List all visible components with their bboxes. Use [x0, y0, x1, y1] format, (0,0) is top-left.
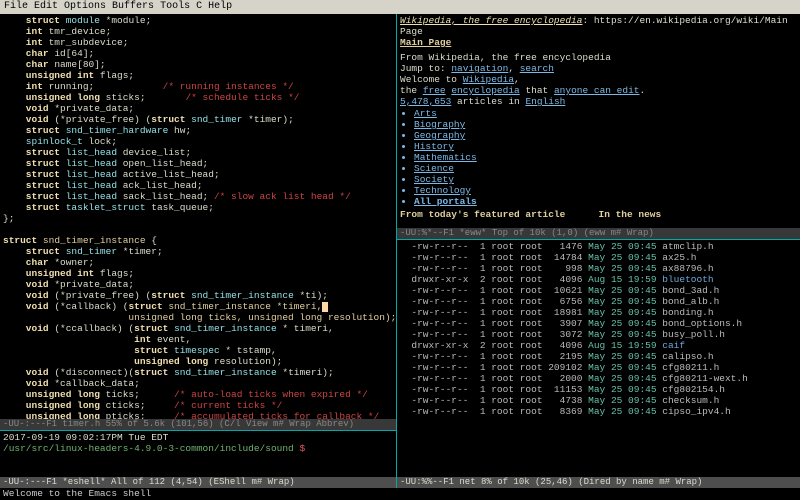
eshell-date: 2017-09-19 09:02:17PM Tue EDT — [3, 432, 393, 443]
link-encyclopedia[interactable]: encyclopedia — [451, 85, 519, 96]
link-article-count[interactable]: 5,478,653 — [400, 96, 451, 107]
eww-welcome: Welcome to Wikipedia, — [400, 74, 797, 85]
menu-c[interactable]: C — [196, 1, 202, 12]
menu-bar[interactable]: File Edit Options Buffers Tools C Help — [0, 0, 800, 14]
modeline-eww: -UU:%*--F1 *eww* Top of 10k (1,0) (eww m… — [397, 228, 800, 239]
portal-link-arts[interactable]: Arts — [414, 108, 797, 119]
eshell-prompt-dir: /usr/src/linux-headers-4.9.0-3-common/in… — [3, 443, 294, 454]
portal-link-mathematics[interactable]: Mathematics — [414, 152, 797, 163]
dired-row[interactable]: -rw-r--r-- 1 root root 2000 May 25 09:45… — [400, 373, 797, 384]
eshell-buffer[interactable]: 2017-09-19 09:02:17PM Tue EDT /usr/src/l… — [0, 430, 396, 477]
dired-row[interactable]: -rw-r--r-- 1 root root 2195 May 25 09:45… — [400, 351, 797, 362]
menu-buffers[interactable]: Buffers — [112, 1, 154, 12]
portal-link-history[interactable]: History — [414, 141, 797, 152]
link-featured-image[interactable]: March 1951 cover — [400, 226, 491, 227]
dired-row[interactable]: -rw-r--r-- 1 root root 14784 May 25 09:4… — [400, 252, 797, 263]
menu-help[interactable]: Help — [208, 1, 232, 12]
eww-heading-main: Main Page — [400, 37, 797, 48]
dired-row[interactable]: -rw-r--r-- 1 root root 6756 May 25 09:45… — [400, 296, 797, 307]
link-search[interactable]: search — [520, 63, 554, 74]
menu-file[interactable]: File — [4, 1, 28, 12]
link-anyone-edit[interactable]: anyone can edit — [554, 85, 640, 96]
dired-row[interactable]: -rw-r--r-- 1 root root 11153 May 25 09:4… — [400, 384, 797, 395]
dired-row[interactable]: drwxr-xr-x 2 root root 4096 Aug 15 19:59… — [400, 274, 797, 285]
link-free[interactable]: free — [423, 85, 446, 96]
portal-list: ArtsBiographyGeographyHistoryMathematics… — [414, 108, 797, 207]
eshell-prompt-sigil: $ — [294, 443, 305, 454]
c-source-editor[interactable]: struct module *module; int tmr_device; i… — [0, 14, 396, 419]
portal-link-all-portals[interactable]: All portals — [414, 196, 797, 207]
portal-link-technology[interactable]: Technology — [414, 185, 797, 196]
featured-article: From today's featured article March 1951… — [400, 209, 599, 227]
menu-options[interactable]: Options — [64, 1, 106, 12]
eww-url-line: Wikipedia, the free encyclopedia: https:… — [400, 15, 797, 37]
portal-link-science[interactable]: Science — [414, 163, 797, 174]
modeline-code: -UU-:---F1 timer.h 55% of 5.6k (101,56) … — [0, 419, 396, 430]
link-news-image[interactable]: Artist's impression of the — [599, 226, 747, 227]
eww-browser[interactable]: Wikipedia, the free encyclopedia: https:… — [397, 14, 800, 228]
dired-row[interactable]: -rw-r--r-- 1 root root 4738 May 25 09:45… — [400, 395, 797, 406]
portal-link-biography[interactable]: Biography — [414, 119, 797, 130]
eww-jump: Jump to: navigation, search — [400, 63, 797, 74]
eww-intro: From Wikipedia, the free encyclopedia — [400, 52, 797, 63]
portal-link-society[interactable]: Society — [414, 174, 797, 185]
modeline-dired: -UU:%%--F1 net 8% of 10k (25,46) (Dired … — [397, 477, 800, 488]
modeline-eshell: -UU-:---F1 *eshell* All of 112 (4,54) (E… — [0, 477, 396, 488]
link-navigation[interactable]: navigation — [451, 63, 508, 74]
dired-row[interactable]: -rw-r--r-- 1 root root 998 May 25 09:45 … — [400, 263, 797, 274]
dired-row[interactable]: -rw-r--r-- 1 root root 10621 May 25 09:4… — [400, 285, 797, 296]
dired-row[interactable]: -rw-r--r-- 1 root root 3907 May 25 09:45… — [400, 318, 797, 329]
dired-buffer[interactable]: -rw-r--r-- 1 root root 1476 May 25 09:45… — [397, 239, 800, 477]
minibuffer[interactable]: Welcome to the Emacs shell — [0, 488, 800, 500]
portal-link-geography[interactable]: Geography — [414, 130, 797, 141]
link-wikipedia[interactable]: Wikipedia — [463, 74, 514, 85]
eww-stats: 5,478,653 articles in English — [400, 96, 797, 107]
dired-row[interactable]: -rw-r--r-- 1 root root 3072 May 25 09:45… — [400, 329, 797, 340]
menu-edit[interactable]: Edit — [34, 1, 58, 12]
eww-tagline: the free encyclopedia that anyone can ed… — [400, 85, 797, 96]
dired-row[interactable]: -rw-r--r-- 1 root root 8369 May 25 09:45… — [400, 406, 797, 417]
menu-tools[interactable]: Tools — [160, 1, 190, 12]
dired-row[interactable]: drwxr-xr-x 2 root root 4096 Aug 15 19:59… — [400, 340, 797, 351]
dired-row[interactable]: -rw-r--r-- 1 root root 209102 May 25 09:… — [400, 362, 797, 373]
dired-row[interactable]: -rw-r--r-- 1 root root 1476 May 25 09:45… — [400, 241, 797, 252]
link-english[interactable]: English — [525, 96, 565, 107]
in-the-news: In the news Artist's impression of theCa… — [599, 209, 798, 227]
dired-row[interactable]: -rw-r--r-- 1 root root 18981 May 25 09:4… — [400, 307, 797, 318]
